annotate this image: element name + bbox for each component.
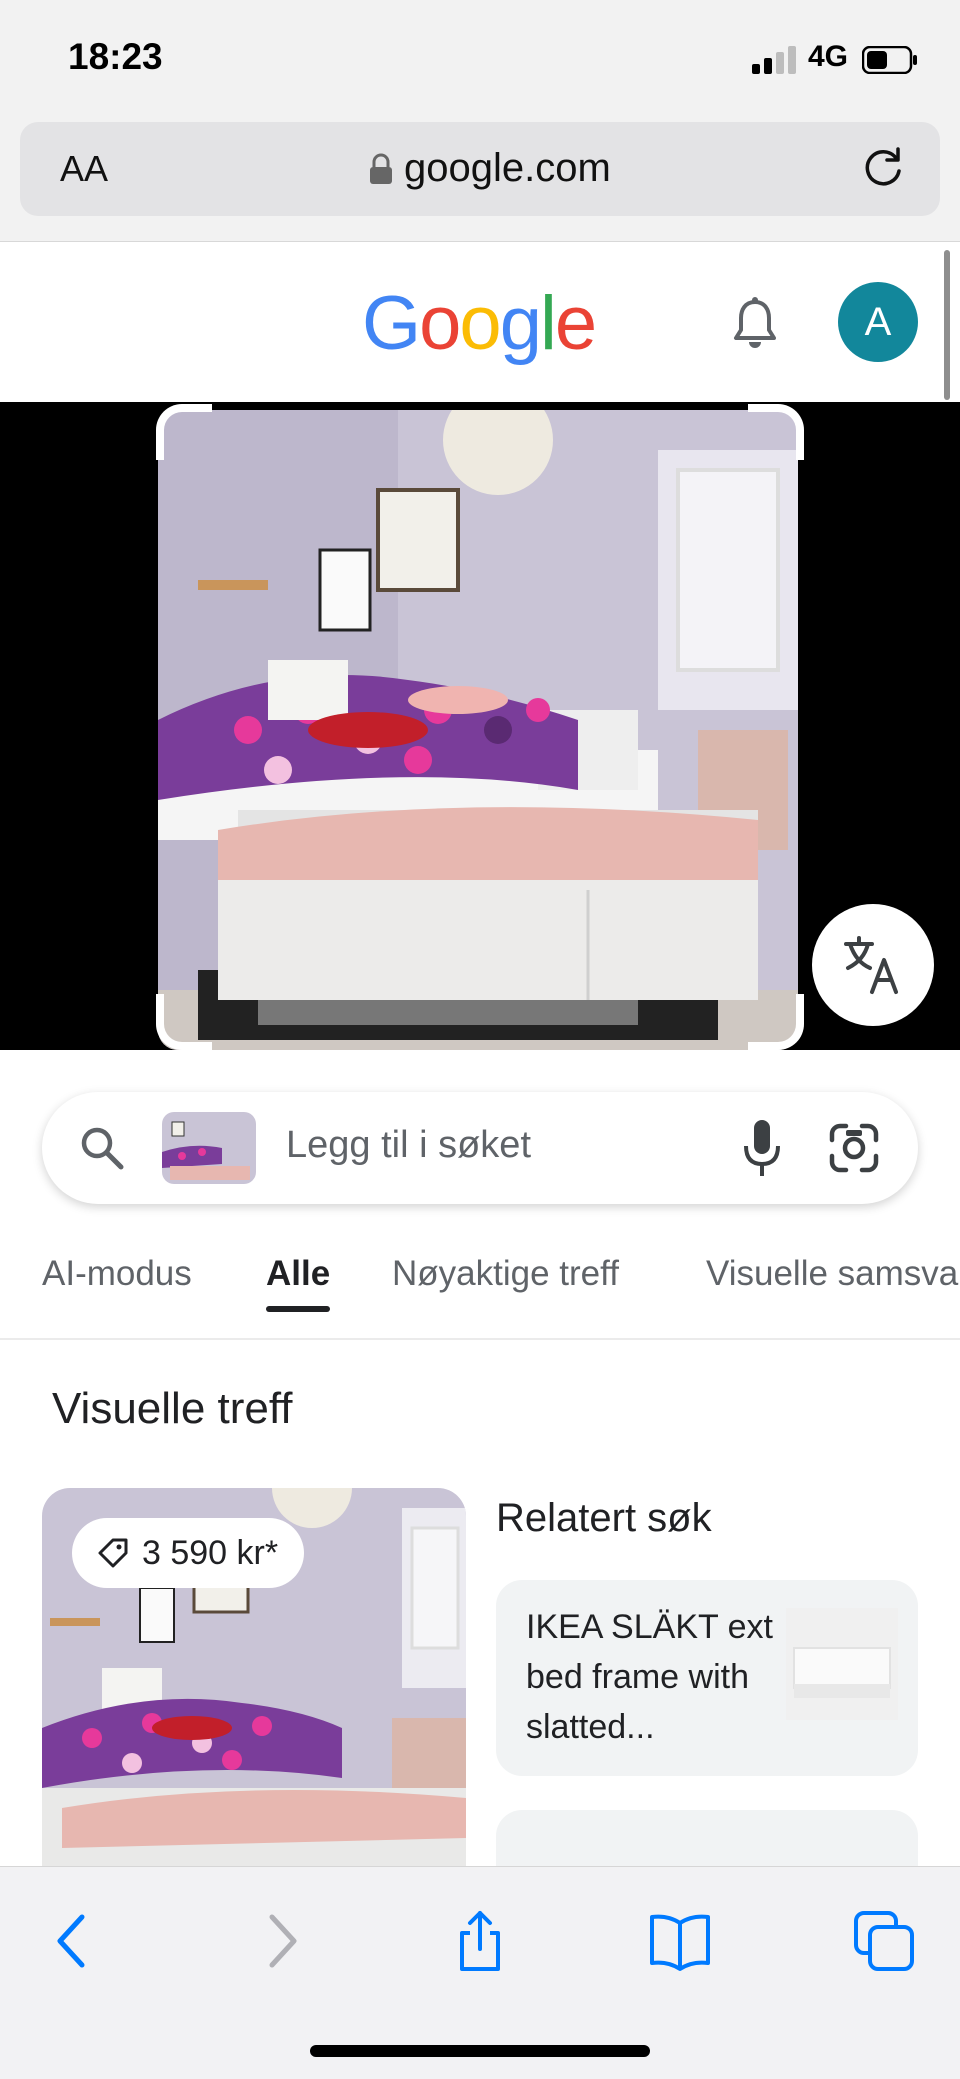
browser-address-area: AA google.com	[0, 118, 960, 242]
text-size-button[interactable]: AA	[60, 148, 108, 190]
related-search-title: Relatert søk	[496, 1496, 712, 1540]
battery-icon	[862, 46, 917, 74]
google-logo[interactable]: Google	[362, 280, 597, 367]
url-text: google.com	[404, 146, 611, 190]
search-image-thumbnail[interactable]	[162, 1112, 256, 1184]
visual-match-card[interactable]: 3 590 kr*	[42, 1488, 466, 1868]
search-input[interactable]: Legg til i søket	[286, 1124, 531, 1167]
tab-all[interactable]: Alle	[266, 1254, 330, 1294]
related-search-item[interactable]: IKEA SLÄKT ext bed frame with slatted...	[496, 1580, 918, 1776]
tab-exact-matches[interactable]: Nøyaktige treff	[392, 1254, 619, 1294]
tabs-icon[interactable]	[852, 1909, 916, 1973]
related-search-label: IKEA SLÄKT ext bed frame with slatted...	[526, 1608, 773, 1746]
status-bar: 18:23 4G	[0, 0, 960, 118]
search-icon[interactable]	[78, 1124, 126, 1172]
translate-icon	[844, 936, 898, 994]
related-search-thumbnail	[786, 1608, 898, 1720]
network-type: 4G	[808, 40, 849, 73]
section-title: Visuelle treff	[52, 1384, 293, 1433]
avatar-letter: A	[864, 299, 892, 344]
signal-bars-icon	[752, 46, 796, 74]
url-display[interactable]: google.com	[368, 146, 611, 191]
browser-toolbar	[0, 1866, 960, 2079]
lens-image-viewer	[0, 402, 960, 1050]
crop-handle-top-right[interactable]	[748, 404, 804, 460]
price-text: 3 590 kr*	[142, 1533, 279, 1572]
lock-icon	[370, 153, 392, 184]
scrollbar[interactable]	[944, 250, 950, 400]
bell-icon[interactable]	[730, 296, 780, 352]
status-time: 18:23	[68, 36, 163, 77]
avatar[interactable]: A	[838, 282, 918, 362]
crop-handle-bottom-right[interactable]	[748, 994, 804, 1050]
google-header: Google A	[0, 242, 960, 402]
google-lens-icon[interactable]	[828, 1122, 880, 1174]
query-image[interactable]	[158, 410, 798, 1050]
mic-icon[interactable]	[742, 1118, 782, 1178]
share-icon[interactable]	[448, 1909, 512, 1973]
bookmarks-icon[interactable]	[648, 1909, 712, 1973]
crop-handle-bottom-left[interactable]	[156, 994, 212, 1050]
tab-ai-mode[interactable]: AI-modus	[42, 1254, 192, 1294]
address-bar[interactable]: AA google.com	[20, 122, 940, 216]
forward-chevron-icon[interactable]	[248, 1909, 312, 1973]
price-tag-icon	[98, 1538, 128, 1568]
reload-icon[interactable]	[858, 144, 908, 194]
translate-button[interactable]	[812, 904, 934, 1026]
active-tab-indicator	[266, 1306, 330, 1312]
tab-visual-matches[interactable]: Visuelle samsva	[706, 1254, 958, 1294]
home-indicator[interactable]	[310, 2045, 650, 2057]
back-chevron-icon[interactable]	[42, 1909, 106, 1973]
crop-handle-top-left[interactable]	[156, 404, 212, 460]
filter-tabs: AI-modus Alle Nøyaktige treff Visuelle s…	[0, 1240, 960, 1340]
price-badge: 3 590 kr*	[72, 1518, 305, 1588]
search-box[interactable]: Legg til i søket	[42, 1092, 918, 1204]
